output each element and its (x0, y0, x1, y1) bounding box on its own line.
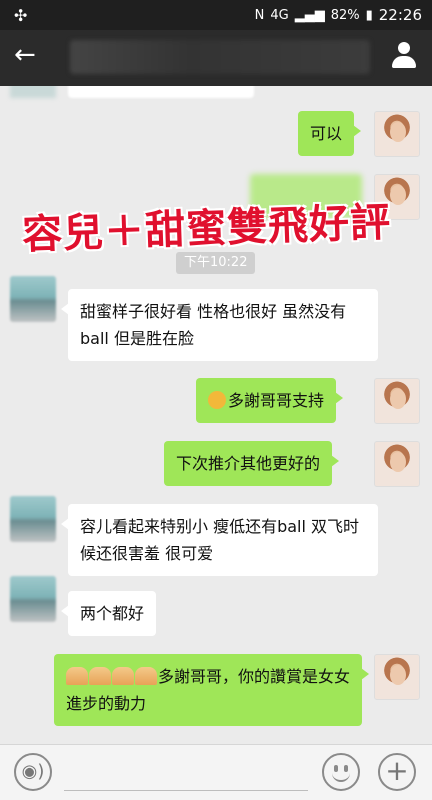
nav-bar: ← (0, 30, 432, 86)
signal-icon: ▂▄▆ (294, 7, 325, 23)
message-bubble[interactable]: 甜蜜样子很好看 性格也很好 虽然没有ball 但是胜在脸 (61, 289, 378, 361)
voice-icon[interactable]: ◉) (14, 753, 52, 791)
smiley-icon[interactable] (322, 753, 360, 791)
message-input[interactable] (64, 755, 308, 791)
status-icons: N 4G ▂▄▆ 82% ▮ 22:26 (255, 6, 422, 24)
avatar[interactable] (10, 576, 56, 622)
user-icon[interactable] (390, 42, 418, 70)
avatar[interactable] (374, 654, 420, 700)
avatar[interactable] (10, 276, 56, 322)
avatar[interactable] (374, 441, 420, 487)
blurred-title (70, 40, 370, 74)
battery-icon: ▮ (365, 7, 373, 23)
input-bar: ◉) + (0, 744, 432, 800)
avatar[interactable] (374, 111, 420, 157)
grimace-emoji (208, 391, 226, 409)
message-bubble[interactable]: 可以 (298, 111, 362, 156)
avatar[interactable] (374, 378, 420, 424)
message-bubble[interactable]: 多謝哥哥支持 (196, 378, 344, 423)
plus-icon[interactable]: + (378, 753, 416, 791)
pray-emoji (66, 667, 158, 686)
blurred-avatar (10, 86, 56, 98)
watermark: 容兒＋甜蜜雙飛好評 (21, 199, 392, 259)
chat-area[interactable]: 可以 容兒＋甜蜜雙飛好評 下午10:22 甜蜜样子很好看 性格也很好 虽然没有b… (0, 86, 432, 744)
message-text: 多謝哥哥支持 (228, 391, 325, 410)
timestamp: 下午10:22 (176, 252, 256, 274)
blurred-message (68, 86, 254, 98)
message-bubble[interactable]: 两个都好 (60, 591, 157, 636)
nfc-icon: N (254, 7, 265, 23)
network-label: 4G (270, 7, 289, 23)
battery-percent: 82% (330, 7, 360, 23)
message-bubble[interactable]: 多謝哥哥，你的讚賞是女女進步的動力 (54, 654, 369, 726)
message-bubble[interactable]: 下次推介其他更好的 (164, 441, 340, 486)
avatar[interactable] (10, 496, 56, 542)
back-arrow-icon[interactable]: ← (14, 40, 36, 70)
status-bar: ✣ N 4G ▂▄▆ 82% ▮ 22:26 (0, 0, 432, 30)
pinwheel-icon: ✣ (14, 6, 28, 25)
message-bubble[interactable]: 容儿看起来特别小 瘦低还有ball 双飞时候还很害羞 很可爱 (61, 504, 378, 576)
clock: 22:26 (378, 6, 422, 24)
